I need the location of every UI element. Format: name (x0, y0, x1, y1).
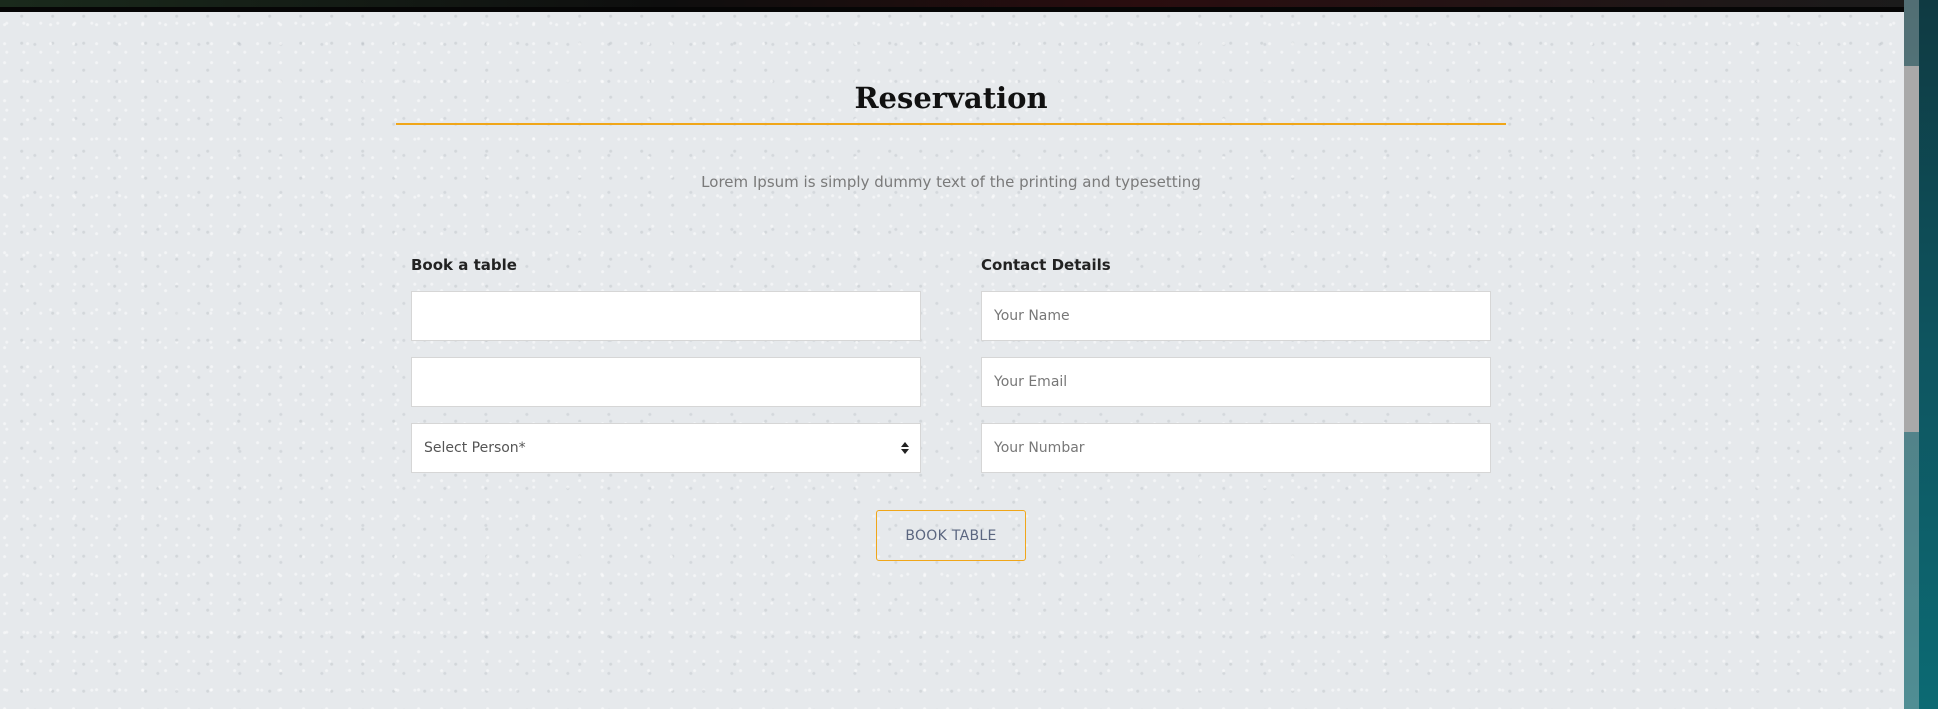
select-person-dropdown[interactable]: Select Person* (411, 423, 921, 473)
book-table-column: Book a table Select Person* (411, 254, 921, 489)
header-image-strip (0, 0, 1904, 12)
section-title: Reservation (854, 81, 1048, 115)
page: Reservation Lorem Ipsum is simply dummy … (0, 0, 1938, 709)
book-table-button[interactable]: BOOK TABLE (876, 510, 1026, 561)
scrollbar-thumb[interactable] (1904, 66, 1919, 432)
reservation-section: Reservation Lorem Ipsum is simply dummy … (396, 78, 1506, 561)
date-input[interactable] (411, 291, 921, 341)
time-input[interactable] (411, 357, 921, 407)
reservation-form: Book a table Select Person* Contact Deta… (411, 254, 1491, 489)
name-input[interactable] (981, 291, 1491, 341)
contact-details-heading: Contact Details (981, 256, 1111, 274)
book-table-heading: Book a table (411, 256, 517, 274)
select-person-value: Select Person* (424, 440, 526, 456)
title-underline (396, 123, 1506, 125)
section-subtitle: Lorem Ipsum is simply dummy text of the … (701, 173, 1201, 191)
sort-updown-icon (901, 442, 909, 454)
phone-number-input[interactable] (981, 423, 1491, 473)
contact-details-column: Contact Details (981, 254, 1491, 489)
email-input[interactable] (981, 357, 1491, 407)
